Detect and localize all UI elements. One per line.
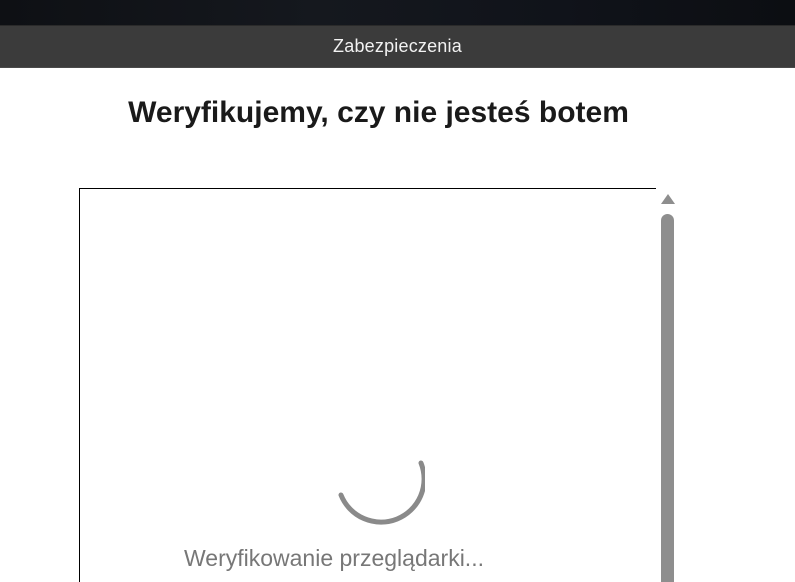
scrollbar-thumb[interactable] bbox=[661, 214, 674, 582]
scroll-up-arrow-icon[interactable] bbox=[660, 193, 676, 205]
app-window: Zabezpieczenia Weryfikujemy, czy nie jes… bbox=[0, 0, 795, 582]
window-title: Zabezpieczenia bbox=[333, 36, 462, 56]
title-bar: Zabezpieczenia bbox=[0, 25, 795, 68]
page-heading: Weryfikujemy, czy nie jesteś botem bbox=[128, 96, 629, 129]
desktop-background-strip bbox=[0, 0, 795, 25]
loading-spinner-icon bbox=[338, 460, 425, 525]
verification-status-text: Weryfikowanie przeglądarki... bbox=[184, 545, 484, 571]
